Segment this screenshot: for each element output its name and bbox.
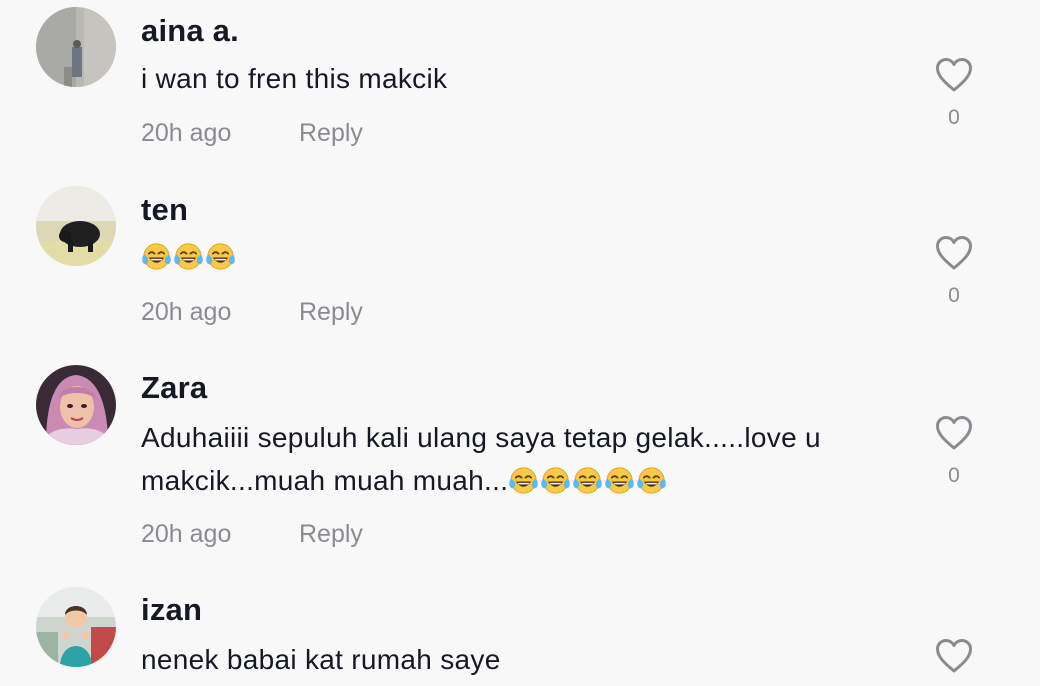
avatar[interactable] <box>36 365 116 445</box>
laughing-crying-emoji <box>141 241 173 272</box>
laughing-crying-emoji <box>205 241 237 272</box>
like-count: 0 <box>948 106 960 129</box>
comment-item: aina a. i wan to fren this makcik 20h ag… <box>0 0 1040 178</box>
comment-timestamp: 20h ago <box>141 119 232 147</box>
comment-username[interactable]: aina a. <box>141 13 239 49</box>
comment-item: izan nenek babai kat rumah saye <box>0 578 1040 686</box>
reply-button[interactable]: Reply <box>299 298 363 327</box>
comment-timestamp: 20h ago <box>141 298 232 326</box>
comment-meta: 20h ago Reply <box>141 119 363 148</box>
comment-text: Aduhaiiii sepuluh kali ulang saya tetap … <box>141 416 911 502</box>
like-button[interactable]: 0 <box>930 57 978 130</box>
laughing-crying-emoji <box>540 465 572 496</box>
comment-meta: 20h ago Reply <box>141 298 363 327</box>
comment-text-content: nenek babai kat rumah saye <box>141 644 501 675</box>
comment-meta: 20h ago Reply <box>141 520 363 549</box>
like-button[interactable]: 0 <box>930 415 978 488</box>
laughing-crying-emoji <box>173 241 205 272</box>
avatar-image <box>36 7 116 87</box>
laughing-crying-emoji <box>508 465 540 496</box>
heart-outline-icon <box>936 416 972 450</box>
comment-username[interactable]: ten <box>141 192 188 228</box>
like-button[interactable] <box>930 638 978 674</box>
avatar[interactable] <box>36 7 116 87</box>
avatar[interactable] <box>36 587 116 667</box>
avatar[interactable] <box>36 186 116 266</box>
comment-item: ten 20h ago Reply 0 <box>0 178 1040 356</box>
comment-timestamp: 20h ago <box>141 520 232 548</box>
comment-username[interactable]: Zara <box>141 370 207 406</box>
like-count: 0 <box>948 464 960 487</box>
avatar-image <box>36 186 116 266</box>
heart-outline-icon <box>936 639 972 673</box>
comment-text <box>141 235 911 278</box>
laughing-crying-emoji <box>636 465 668 496</box>
laughing-crying-emoji <box>572 465 604 496</box>
avatar-image <box>36 587 116 667</box>
comment-text-content: i wan to fren this makcik <box>141 63 448 94</box>
emoji-group <box>508 465 668 496</box>
comment-text: i wan to fren this makcik <box>141 57 911 100</box>
like-count: 0 <box>948 284 960 307</box>
heart-outline-icon <box>936 236 972 270</box>
comment-text-content: Aduhaiiii sepuluh kali ulang saya tetap … <box>141 422 821 496</box>
emoji-group <box>141 241 237 272</box>
reply-button[interactable]: Reply <box>299 119 363 148</box>
reply-button[interactable]: Reply <box>299 520 363 549</box>
heart-outline-icon <box>936 58 972 92</box>
comment-username[interactable]: izan <box>141 592 202 628</box>
avatar-image <box>36 365 116 445</box>
like-button[interactable]: 0 <box>930 235 978 308</box>
comment-item: Zara Aduhaiiii sepuluh kali ulang saya t… <box>0 356 1040 578</box>
comment-text: nenek babai kat rumah saye <box>141 638 911 681</box>
laughing-crying-emoji <box>604 465 636 496</box>
